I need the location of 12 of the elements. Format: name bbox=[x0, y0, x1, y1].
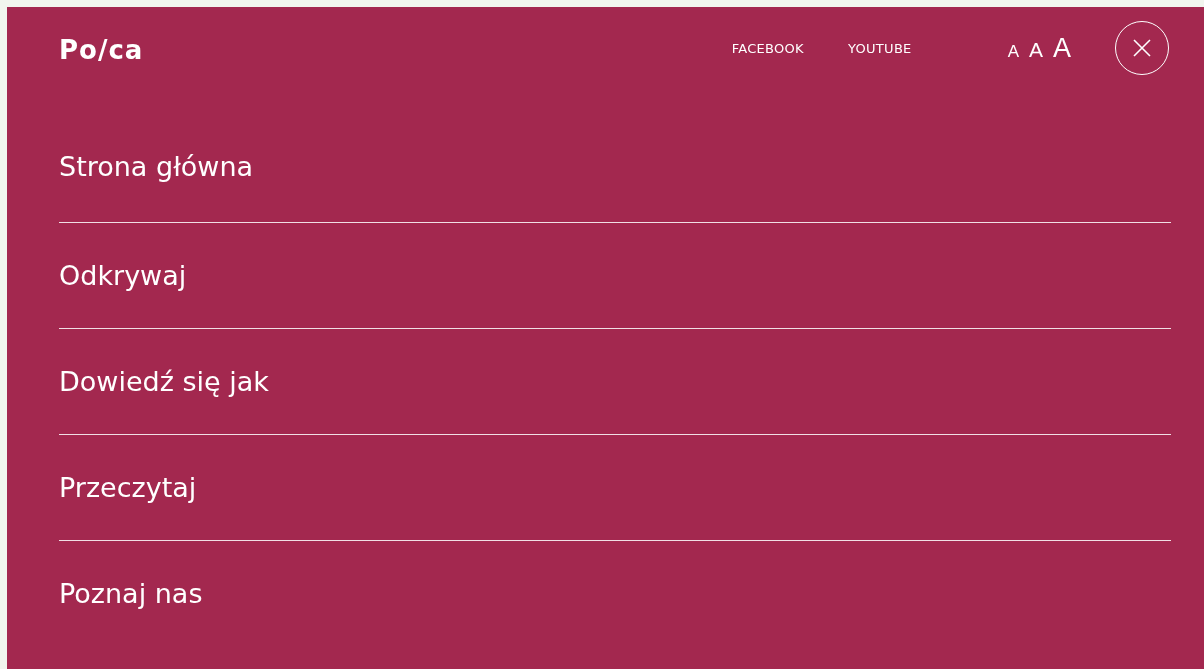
close-icon bbox=[1133, 39, 1151, 57]
menu-item[interactable]: Dowiedź się jak bbox=[59, 366, 269, 397]
logo[interactable]: Po/ca bbox=[59, 31, 144, 65]
social-link[interactable]: YOUTUBE bbox=[847, 40, 912, 56]
menu-item[interactable]: Poznaj nas bbox=[59, 578, 203, 609]
font-size-button[interactable]: A bbox=[1007, 41, 1019, 62]
menu-item[interactable]: Odkrywaj bbox=[59, 260, 187, 291]
font-size-button[interactable]: A bbox=[1053, 32, 1071, 64]
font-size-button[interactable]: A bbox=[1028, 37, 1043, 62]
social-link[interactable]: FACEBOOK bbox=[731, 40, 804, 56]
menu-item[interactable]: Strona główna bbox=[59, 151, 254, 182]
menu-item[interactable]: Przeczytaj bbox=[59, 472, 197, 503]
